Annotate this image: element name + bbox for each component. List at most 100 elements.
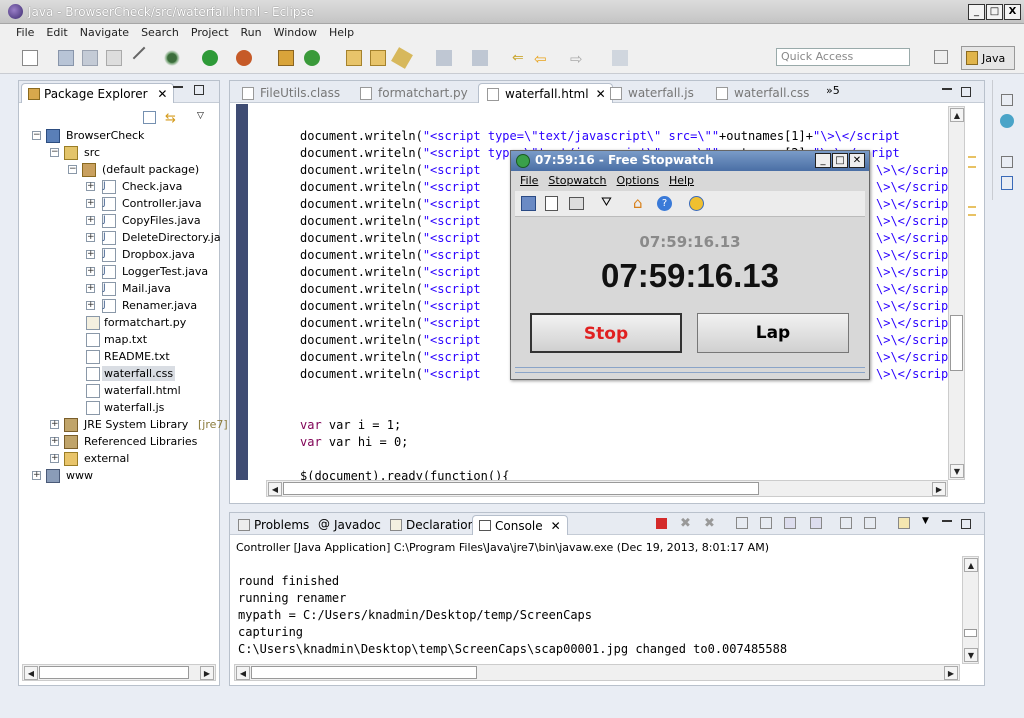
tab-formatchart-py[interactable]: formatchart.py	[352, 83, 474, 103]
print-icon[interactable]	[569, 197, 584, 210]
minimize-console-icon[interactable]	[942, 519, 952, 522]
link-with-editor-icon[interactable]: ⇆	[165, 111, 176, 126]
menu-file[interactable]: File	[10, 24, 40, 41]
view-menu-icon[interactable]: ▼	[922, 516, 929, 526]
forward-icon[interactable]: ⇨	[570, 50, 586, 68]
open-type-icon[interactable]	[346, 50, 362, 66]
help-icon[interactable]: ?	[657, 196, 672, 211]
show-on-output-icon[interactable]	[810, 517, 822, 529]
filter-icon[interactable]: ⛛	[601, 195, 612, 210]
scroll-lock-icon[interactable]	[760, 517, 772, 529]
restore-view-icon[interactable]	[1001, 94, 1013, 106]
close-view-icon[interactable]: ✕	[157, 87, 167, 101]
new-class-icon[interactable]	[304, 50, 320, 66]
scroll-thumb[interactable]	[283, 482, 759, 495]
debug-icon[interactable]	[164, 50, 180, 66]
menu-help[interactable]: Help	[323, 24, 360, 41]
stopwatch-minimize-button[interactable]: _	[815, 153, 831, 168]
tab-declaration[interactable]: Declaration	[384, 515, 481, 535]
console-output[interactable]: round finished running renamer mypath = C:…	[238, 556, 787, 675]
maximize-editor-icon[interactable]	[961, 87, 971, 97]
tab-fileutils-class[interactable]: FileUtils.class	[234, 83, 346, 103]
scroll-up-icon[interactable]: ▲	[964, 558, 978, 572]
stopwatch-icon[interactable]	[689, 196, 704, 211]
sw-menu-file[interactable]: File	[515, 171, 543, 190]
sw-menu-help[interactable]: Help	[664, 171, 699, 190]
minimize-editor-icon[interactable]	[942, 87, 952, 90]
scroll-down-icon[interactable]: ▼	[964, 648, 978, 662]
external-tools-icon[interactable]	[236, 50, 252, 66]
restore-view-icon[interactable]	[1001, 156, 1013, 168]
pin-console-icon[interactable]	[840, 517, 852, 529]
new-icon[interactable]	[22, 50, 38, 66]
copy-icon[interactable]	[545, 196, 558, 211]
back-icon[interactable]: ⇦	[534, 50, 550, 68]
prev-annotation-icon[interactable]	[472, 50, 488, 66]
pin-editor-icon[interactable]	[612, 50, 628, 66]
java-perspective-button[interactable]: Java	[961, 46, 1015, 70]
word-wrap-icon[interactable]	[784, 517, 796, 529]
open-resource-icon[interactable]	[370, 50, 386, 66]
menu-edit[interactable]: Edit	[40, 24, 73, 41]
collapse-all-icon[interactable]	[143, 111, 156, 124]
open-console-icon[interactable]	[898, 517, 910, 529]
close-tab-icon[interactable]: ✕	[551, 519, 561, 533]
scroll-right-icon[interactable]: ▶	[932, 482, 946, 496]
scroll-thumb[interactable]	[251, 666, 477, 679]
stop-button[interactable]: Stop	[530, 313, 682, 353]
tab-javadoc[interactable]: @ Javadoc	[312, 515, 387, 535]
scroll-thumb[interactable]	[39, 666, 189, 679]
stopwatch-maximize-button[interactable]: □	[832, 153, 848, 168]
minimize-view-icon[interactable]	[173, 85, 183, 88]
tab-waterfall-js[interactable]: waterfall.js	[602, 83, 700, 103]
scroll-thumb[interactable]	[950, 315, 963, 371]
outline-icon[interactable]	[1001, 176, 1013, 190]
scroll-left-icon[interactable]: ◀	[24, 666, 38, 680]
maximize-view-icon[interactable]	[194, 85, 204, 95]
tab-problems[interactable]: Problems	[232, 515, 315, 535]
scroll-up-icon[interactable]: ▲	[950, 108, 964, 122]
editor-hscrollbar[interactable]: ◀ ▶	[266, 480, 948, 497]
skip-breakpoints-icon[interactable]	[132, 46, 156, 70]
maximize-console-icon[interactable]	[961, 519, 971, 529]
menu-search[interactable]: Search	[135, 24, 185, 41]
menu-run[interactable]: Run	[235, 24, 268, 41]
tab-package-explorer[interactable]: Package Explorer ✕	[21, 83, 175, 103]
minimize-button[interactable]: _	[968, 4, 985, 20]
sw-menu-stopwatch[interactable]: Stopwatch	[543, 171, 611, 190]
print-icon[interactable]	[106, 50, 122, 66]
scroll-left-icon[interactable]: ◀	[268, 482, 282, 496]
search-icon[interactable]	[391, 47, 413, 69]
console-vscrollbar[interactable]: ▲ ▼	[962, 556, 979, 664]
next-annotation-icon[interactable]	[436, 50, 452, 66]
scroll-right-icon[interactable]: ▶	[944, 666, 958, 680]
close-button[interactable]: X	[1004, 4, 1021, 20]
maximize-button[interactable]: □	[986, 4, 1003, 20]
menu-navigate[interactable]: Navigate	[74, 24, 135, 41]
quick-access-input[interactable]: Quick Access	[776, 48, 910, 66]
run-icon[interactable]	[202, 50, 218, 66]
tab-waterfall-css[interactable]: waterfall.css	[708, 83, 815, 103]
task-list-icon[interactable]	[1000, 114, 1014, 128]
terminate-icon[interactable]	[656, 518, 667, 529]
scroll-down-icon[interactable]: ▼	[950, 464, 964, 478]
stopwatch-close-button[interactable]: ✕	[849, 153, 865, 168]
scroll-left-icon[interactable]: ◀	[236, 666, 250, 680]
view-menu-icon[interactable]: ▽	[197, 111, 204, 121]
save-icon[interactable]	[521, 196, 536, 211]
scroll-thumb[interactable]	[964, 629, 977, 637]
open-perspective-icon[interactable]	[934, 50, 948, 64]
tab-waterfall-html[interactable]: waterfall.html ✕	[478, 83, 613, 103]
menu-window[interactable]: Window	[268, 24, 323, 41]
last-edit-icon[interactable]: ⇐	[512, 50, 528, 66]
remove-all-icon[interactable]: ✖	[704, 516, 715, 531]
scroll-right-icon[interactable]: ▶	[200, 666, 214, 680]
clear-console-icon[interactable]	[736, 517, 748, 529]
menu-project[interactable]: Project	[185, 24, 235, 41]
explorer-hscrollbar[interactable]: ◀ ▶	[22, 664, 216, 681]
save-all-icon[interactable]	[82, 50, 98, 66]
lap-button[interactable]: Lap	[697, 313, 849, 353]
display-console-icon[interactable]	[864, 517, 876, 529]
console-hscrollbar[interactable]: ◀ ▶	[234, 664, 960, 681]
new-java-project-icon[interactable]	[278, 50, 294, 66]
